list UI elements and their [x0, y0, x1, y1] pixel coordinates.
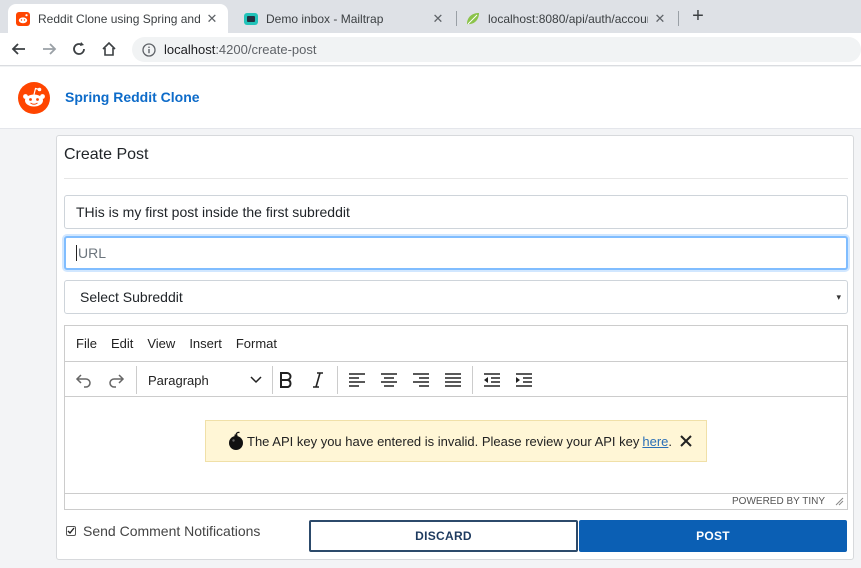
back-arrow-icon — [11, 43, 25, 55]
align-right-icon — [413, 373, 429, 387]
checkmark-icon — [67, 527, 75, 535]
tab-title: Demo inbox - Mailtrap — [266, 11, 384, 26]
page-title: Create Post — [64, 146, 149, 163]
outdent-icon — [484, 373, 500, 387]
brand-link[interactable]: Spring Reddit Clone — [65, 89, 200, 105]
outdent-button[interactable] — [482, 370, 502, 390]
block-format-value: Paragraph — [148, 372, 209, 388]
block-format-select[interactable]: Paragraph — [148, 368, 266, 392]
back-button[interactable] — [9, 39, 29, 59]
url-host: localhost — [164, 42, 216, 57]
text-caret — [76, 245, 77, 261]
subreddit-select[interactable]: Select Subreddit ▾ — [64, 280, 848, 314]
post-button[interactable]: POST — [579, 520, 847, 552]
post-title-input[interactable]: THis is my first post inside the first s… — [64, 195, 848, 229]
menu-edit[interactable]: Edit — [111, 336, 133, 351]
editor-toolbar: Paragraph — [65, 361, 847, 397]
undo-icon — [75, 374, 91, 388]
bold-button[interactable] — [276, 370, 296, 390]
align-left-icon — [349, 373, 365, 387]
align-left-button[interactable] — [347, 370, 367, 390]
spring-leaf-favicon-icon — [467, 12, 479, 24]
toolbar-separator — [272, 366, 273, 394]
browser-tab-api-auth[interactable]: localhost:8080/api/auth/account ✕ — [458, 4, 676, 33]
align-right-button[interactable] — [411, 370, 431, 390]
bomb-icon — [229, 431, 243, 450]
bold-icon — [280, 372, 292, 388]
close-tab-icon[interactable]: ✕ — [652, 11, 668, 27]
editor-statusbar: POWERED BY TINY — [65, 493, 847, 509]
toolbar-separator — [337, 366, 338, 394]
italic-icon — [313, 372, 323, 388]
reload-icon — [73, 42, 85, 55]
divider — [64, 178, 848, 179]
discard-button[interactable]: DISCARD — [309, 520, 578, 552]
powered-by-tiny[interactable]: POWERED BY TINY — [732, 496, 825, 507]
forward-button[interactable] — [39, 39, 59, 59]
page-content: Spring Reddit Clone Create Post THis is … — [0, 67, 861, 568]
resize-handle-icon[interactable] — [834, 496, 844, 506]
tab-separator — [678, 11, 679, 26]
url-path: :4200/create-post — [215, 42, 317, 57]
app-header: Spring Reddit Clone — [0, 67, 861, 129]
notification-label[interactable]: Send Comment Notifications — [83, 523, 260, 539]
subreddit-selected-value: Select Subreddit — [80, 289, 183, 305]
chevron-down-icon — [250, 376, 262, 384]
menu-view[interactable]: View — [147, 336, 175, 351]
browser-tab-reddit-clone[interactable]: Reddit Clone using Spring and A ✕ — [8, 4, 228, 33]
tab-title: Reddit Clone using Spring and A — [38, 11, 200, 26]
toolbar-separator — [136, 366, 137, 394]
reload-button[interactable] — [69, 39, 89, 59]
home-button[interactable] — [99, 39, 119, 59]
align-justify-button[interactable] — [443, 370, 463, 390]
info-icon[interactable] — [142, 42, 156, 57]
undo-button[interactable] — [74, 370, 94, 390]
tab-title: localhost:8080/api/auth/account — [488, 11, 648, 26]
home-icon — [102, 41, 116, 56]
editor-menubar: File Edit View Insert Format — [65, 326, 847, 360]
reddit-favicon-icon — [16, 11, 30, 26]
align-center-button[interactable] — [379, 370, 399, 390]
close-tab-icon[interactable]: ✕ — [430, 11, 446, 27]
notification-checkbox[interactable] — [66, 526, 76, 536]
api-key-help-link[interactable]: here — [642, 434, 668, 449]
browser-tab-strip: Reddit Clone using Spring and A ✕ Demo i… — [0, 0, 861, 33]
indent-icon — [516, 373, 532, 387]
close-icon[interactable] — [680, 435, 692, 447]
warning-period: . — [668, 433, 673, 449]
new-tab-button[interactable]: + — [688, 6, 708, 26]
forward-arrow-icon — [43, 43, 57, 55]
dropdown-arrow-icon: ▾ — [836, 291, 841, 302]
url-input[interactable]: URL — [64, 236, 848, 270]
align-justify-icon — [445, 373, 461, 387]
align-center-icon — [381, 373, 397, 387]
browser-toolbar: localhost:4200/create-post — [0, 33, 861, 66]
mailtrap-favicon-icon — [244, 12, 258, 25]
redo-icon — [109, 374, 125, 388]
api-key-warning: The API key you have entered is invalid.… — [205, 420, 707, 462]
close-tab-icon[interactable]: ✕ — [204, 11, 220, 27]
warning-message: The API key you have entered is invalid.… — [247, 433, 640, 449]
redo-button[interactable] — [106, 370, 126, 390]
browser-tab-mailtrap[interactable]: Demo inbox - Mailtrap ✕ — [236, 4, 454, 33]
create-post-card: Create Post THis is my first post inside… — [56, 135, 854, 560]
url-placeholder: URL — [78, 245, 107, 261]
reddit-logo-icon[interactable] — [18, 82, 50, 114]
italic-button[interactable] — [308, 370, 328, 390]
menu-format[interactable]: Format — [236, 336, 277, 351]
tab-separator — [456, 11, 457, 26]
rich-text-editor: File Edit View Insert Format Paragraph T… — [64, 325, 848, 510]
indent-button[interactable] — [514, 370, 534, 390]
menu-file[interactable]: File — [76, 336, 97, 351]
address-bar[interactable]: localhost:4200/create-post — [132, 37, 861, 62]
toolbar-separator — [472, 366, 473, 394]
menu-insert[interactable]: Insert — [189, 336, 222, 351]
